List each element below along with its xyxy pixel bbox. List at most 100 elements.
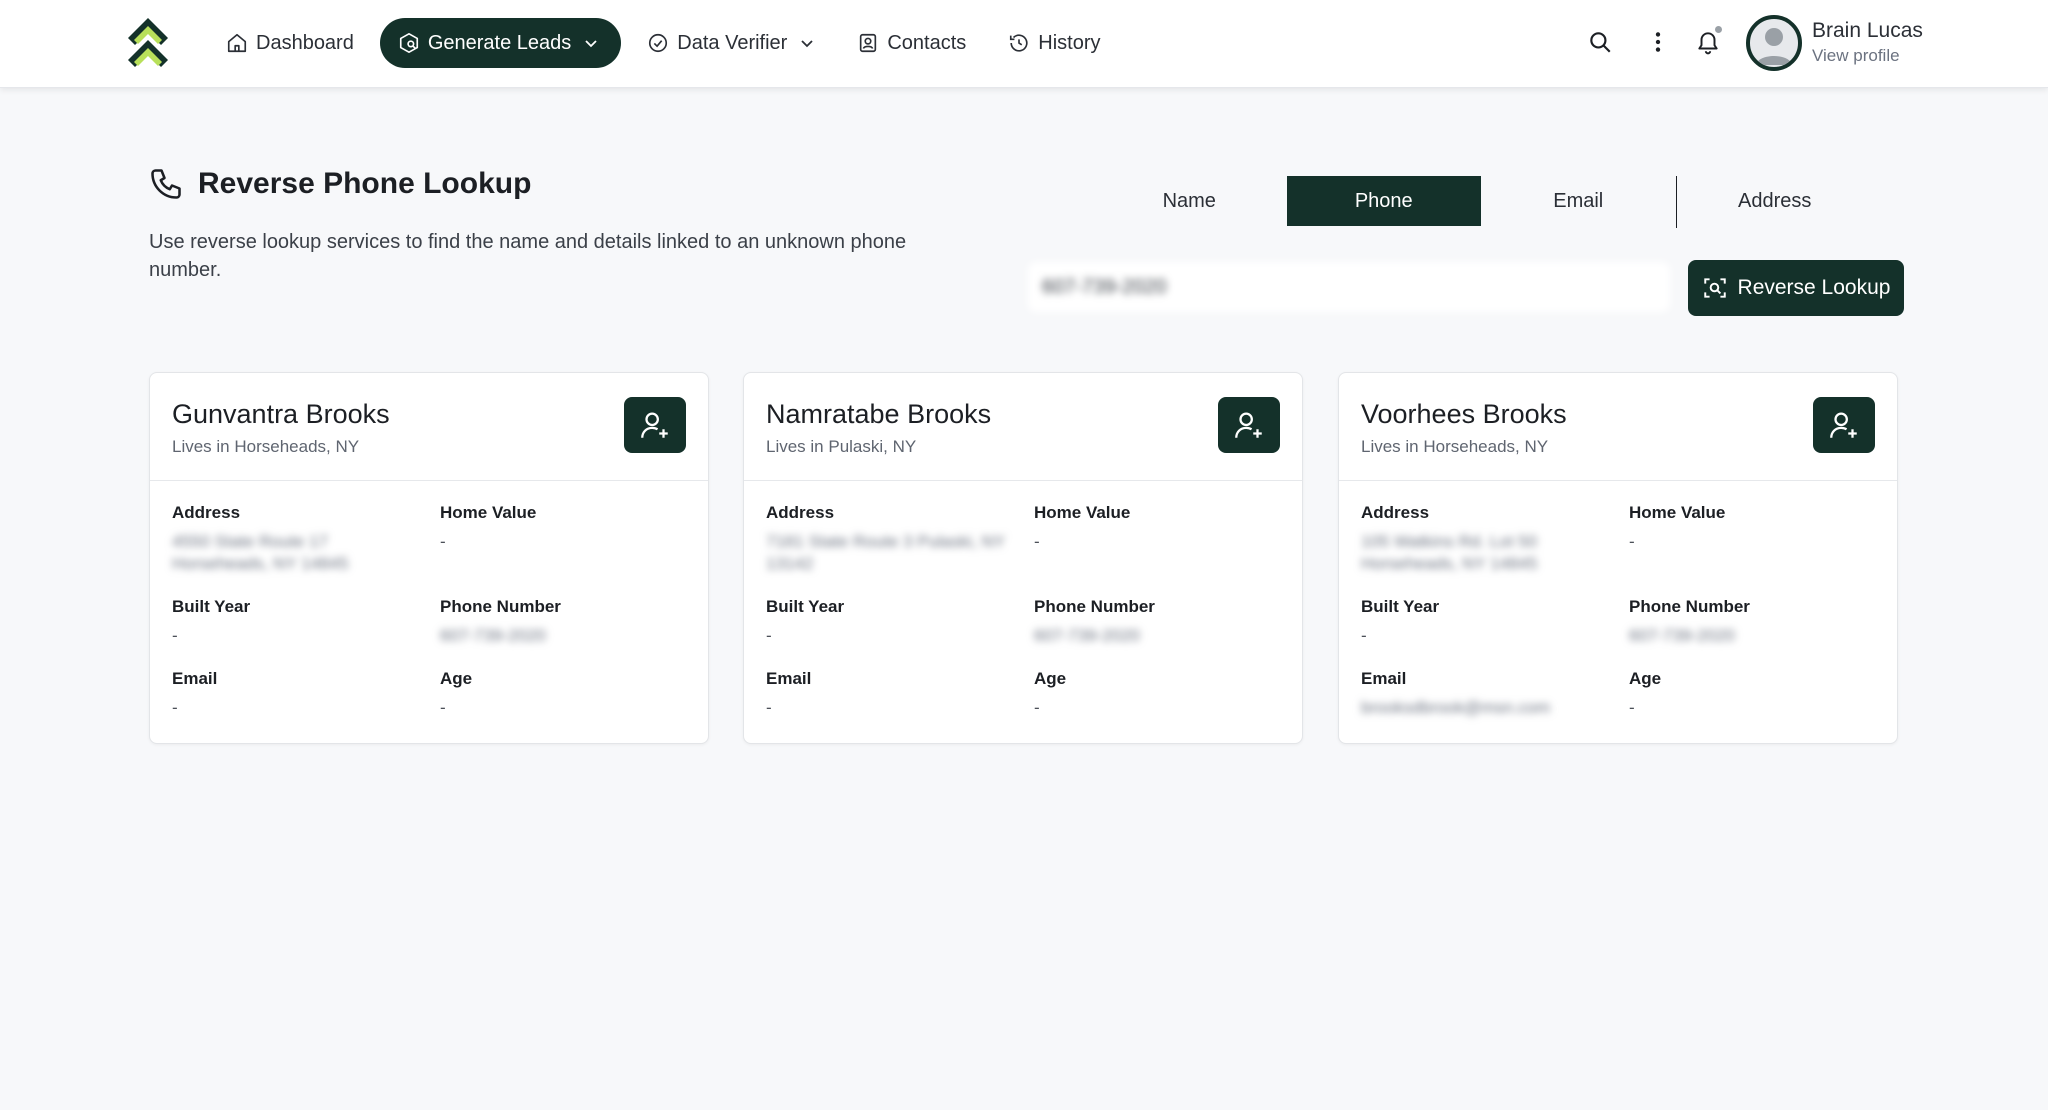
lookup-type-tabs: Name Phone Email Address <box>1092 176 1872 228</box>
field-value: - <box>766 698 772 717</box>
field-value: 105 Watkins Rd. Lot 50 Horseheads, NY 14… <box>1361 532 1538 573</box>
reverse-lookup-button[interactable]: Reverse Lookup <box>1688 260 1904 316</box>
field-label: Phone Number <box>440 597 561 616</box>
user-avatar-icon <box>1756 28 1792 65</box>
field-label: Age <box>440 669 473 688</box>
field-label: Age <box>1034 669 1067 688</box>
card-person-name: Namratabe Brooks <box>766 399 992 429</box>
nav-generate-leads-label: Generate Leads <box>427 31 572 54</box>
nav-contacts[interactable]: Contacts <box>841 18 982 68</box>
field-label: Built Year <box>766 597 845 616</box>
field-address: Address 105 Watkins Rd. Lot 50 Horsehead… <box>1361 503 1611 575</box>
field-built-year: Built Year - <box>1361 597 1611 647</box>
field-address: Address 4550 State Route 17 Horseheads, … <box>172 503 422 575</box>
field-label: Address <box>1361 503 1430 522</box>
page-title: Reverse Phone Lookup <box>198 167 532 200</box>
user-plus-icon <box>1830 412 1857 438</box>
field-label: Home Value <box>440 503 537 522</box>
add-contact-button[interactable] <box>624 397 686 453</box>
field-built-year: Built Year - <box>766 597 1016 647</box>
field-label: Home Value <box>1034 503 1131 522</box>
field-value: - <box>172 698 178 717</box>
field-label: Built Year <box>1361 597 1440 616</box>
nav-data-verifier-label: Data Verifier <box>677 31 788 54</box>
tab-name[interactable]: Name <box>1092 176 1287 226</box>
chevron-down-icon <box>801 40 813 48</box>
avatar[interactable] <box>1746 15 1802 71</box>
field-phone-number: Phone Number 607-739-2020 <box>1034 597 1284 647</box>
contacts-icon <box>860 33 877 53</box>
search-button[interactable] <box>1580 22 1620 62</box>
field-value: 7181 State Route 3 Pulaski, NY 13142 <box>766 532 1005 573</box>
leads-icon <box>399 33 418 53</box>
nav-dashboard-label: Dashboard <box>256 31 354 54</box>
card-header: Namratabe Brooks Lives in Pulaski, NY <box>744 373 1302 481</box>
field-home-value: Home Value - <box>1629 503 1879 553</box>
search-icon <box>1590 32 1611 53</box>
field-address: Address 7181 State Route 3 Pulaski, NY 1… <box>766 503 1016 575</box>
nav-generate-leads[interactable]: Generate Leads <box>379 18 622 68</box>
nav-history[interactable]: History <box>992 18 1116 68</box>
field-value: - <box>1629 698 1635 717</box>
notifications-button[interactable] <box>1688 22 1728 62</box>
chevron-down-icon <box>585 40 597 48</box>
card-person-name: Gunvantra Brooks <box>172 399 390 429</box>
field-label: Built Year <box>172 597 251 616</box>
brand-logo-icon[interactable] <box>124 16 172 70</box>
nav-contacts-label: Contacts <box>887 31 967 54</box>
card-person-name: Voorhees Brooks <box>1361 399 1567 429</box>
field-home-value: Home Value - <box>440 503 690 553</box>
tab-phone[interactable]: Phone <box>1286 176 1481 226</box>
field-value: - <box>172 626 178 645</box>
home-icon <box>227 33 247 53</box>
user-name: Brain Lucas <box>1812 19 1923 42</box>
field-email: Email brooksdbrook@msn.com <box>1361 669 1611 719</box>
top-navigation-bar: Dashboard Generate Leads Data Verifier C… <box>0 0 2048 88</box>
result-card: Gunvantra Brooks Lives in Horseheads, NY… <box>149 372 709 744</box>
field-email: Email - <box>766 669 1016 719</box>
field-age: Age - <box>1629 669 1879 719</box>
field-value: - <box>440 532 446 551</box>
card-header: Voorhees Brooks Lives in Horseheads, NY <box>1339 373 1897 481</box>
nav-data-verifier[interactable]: Data Verifier <box>631 18 831 68</box>
field-label: Age <box>1629 669 1662 688</box>
phone-icon <box>151 169 181 199</box>
phone-search-input[interactable] <box>1028 262 1670 312</box>
field-phone-number: Phone Number 607-739-2020 <box>440 597 690 647</box>
history-icon <box>1010 34 1028 52</box>
nav-dashboard[interactable]: Dashboard <box>210 18 370 68</box>
page-description: Use reverse lookup services to find the … <box>149 231 907 281</box>
add-contact-button[interactable] <box>1813 397 1875 453</box>
field-value: 607-739-2020 <box>1629 626 1735 645</box>
notification-dot <box>1713 24 1724 35</box>
field-phone-number: Phone Number 607-739-2020 <box>1629 597 1879 647</box>
field-value: - <box>440 698 446 717</box>
field-value: - <box>1034 532 1040 551</box>
user-plus-icon <box>1235 412 1262 438</box>
field-email: Email - <box>172 669 422 719</box>
card-location: Lives in Horseheads, NY <box>1361 437 1549 456</box>
page-title-row: Reverse Phone Lookup <box>148 166 531 202</box>
view-profile-link[interactable]: View profile <box>1812 46 1900 66</box>
field-label: Email <box>1361 669 1407 688</box>
field-value: - <box>1361 626 1367 645</box>
field-age: Age - <box>440 669 690 719</box>
field-value: brooksdbrook@msn.com <box>1361 698 1551 717</box>
reverse-lookup-label: Reverse Lookup <box>1737 276 1891 299</box>
check-circle-icon <box>649 33 668 53</box>
main-nav: Dashboard Generate Leads Data Verifier C… <box>210 18 1117 68</box>
more-options-button[interactable] <box>1638 22 1678 62</box>
scan-search-icon <box>1703 278 1726 298</box>
field-age: Age - <box>1034 669 1284 719</box>
result-card: Voorhees Brooks Lives in Horseheads, NY … <box>1338 372 1898 744</box>
tab-email[interactable]: Email <box>1481 176 1676 226</box>
field-built-year: Built Year - <box>172 597 422 647</box>
add-contact-button[interactable] <box>1218 397 1280 453</box>
field-label: Phone Number <box>1034 597 1155 616</box>
field-label: Email <box>172 669 218 688</box>
field-label: Address <box>766 503 835 522</box>
field-label: Home Value <box>1629 503 1726 522</box>
nav-history-label: History <box>1038 31 1101 54</box>
tab-address[interactable]: Address <box>1677 176 1872 226</box>
more-vertical-icon <box>1655 32 1661 52</box>
